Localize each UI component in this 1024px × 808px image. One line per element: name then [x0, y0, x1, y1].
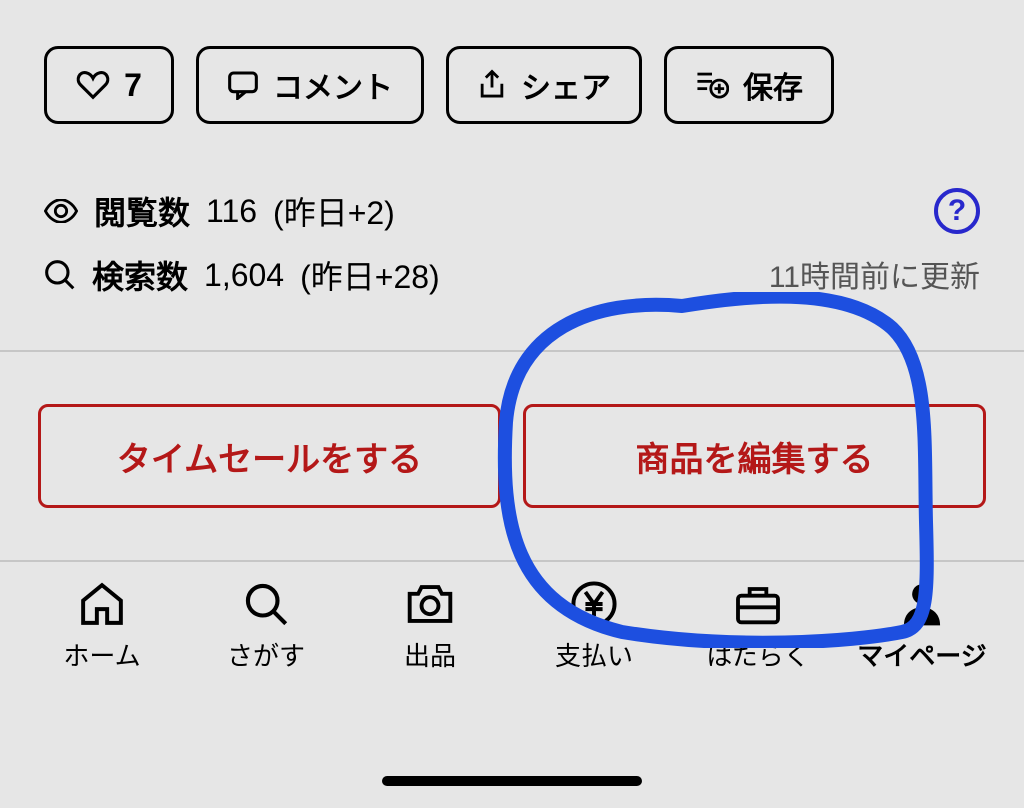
nav-search-label: さがす	[227, 636, 305, 673]
nav-pay-label: 支払い	[555, 636, 633, 673]
share-button[interactable]: シェア	[446, 46, 642, 124]
views-stat: 閲覧数 116 (昨日+2)	[44, 188, 980, 234]
views-change: (昨日+2)	[273, 188, 395, 234]
primary-actions: タイムセールをする 商品を編集する	[0, 352, 1024, 560]
nav-home[interactable]: ホーム	[22, 580, 182, 673]
nav-search[interactable]: さがす	[186, 580, 346, 673]
views-label: 閲覧数	[94, 188, 190, 234]
update-time: 11時間前に更新	[769, 252, 980, 296]
bottom-nav: ホーム さがす 出品 支払い	[0, 562, 1024, 673]
nav-mypage[interactable]: マイページ	[842, 580, 1002, 673]
person-icon	[894, 580, 950, 628]
nav-work-label: はたらく	[706, 636, 809, 673]
home-indicator	[382, 776, 642, 786]
stats-section: 閲覧数 116 (昨日+2) 検索数 1,604 (昨日+28) ? 11時間前…	[0, 124, 1024, 350]
save-button[interactable]: 保存	[664, 46, 834, 124]
briefcase-icon	[730, 580, 786, 628]
search-nav-icon	[238, 580, 294, 628]
nav-sell[interactable]: 出品	[350, 580, 510, 673]
save-label: 保存	[743, 63, 803, 107]
help-icon[interactable]: ?	[934, 188, 980, 234]
home-icon	[74, 580, 130, 628]
searches-change: (昨日+28)	[300, 252, 440, 298]
nav-mypage-label: マイページ	[857, 636, 986, 673]
searches-label: 検索数	[92, 252, 188, 298]
like-count: 7	[124, 67, 142, 104]
nav-home-label: ホーム	[63, 636, 140, 673]
share-icon	[477, 69, 507, 101]
save-icon	[695, 69, 729, 101]
edit-product-button[interactable]: 商品を編集する	[523, 404, 986, 508]
action-buttons-row: 7 コメント シェア	[0, 0, 1024, 124]
time-sale-button[interactable]: タイムセールをする	[38, 404, 501, 508]
views-value: 116	[206, 193, 257, 230]
heart-icon	[76, 70, 110, 100]
comment-label: コメント	[273, 63, 393, 107]
eye-icon	[44, 199, 78, 223]
comment-button[interactable]: コメント	[196, 46, 424, 124]
search-icon	[44, 259, 76, 291]
comment-icon	[227, 70, 259, 100]
nav-pay[interactable]: 支払い	[514, 580, 674, 673]
camera-icon	[402, 580, 458, 628]
nav-work[interactable]: はたらく	[678, 580, 838, 673]
nav-sell-label: 出品	[404, 636, 456, 673]
searches-value: 1,604	[204, 257, 284, 294]
share-label: シェア	[521, 63, 611, 107]
like-button[interactable]: 7	[44, 46, 174, 124]
yen-icon	[566, 580, 622, 628]
